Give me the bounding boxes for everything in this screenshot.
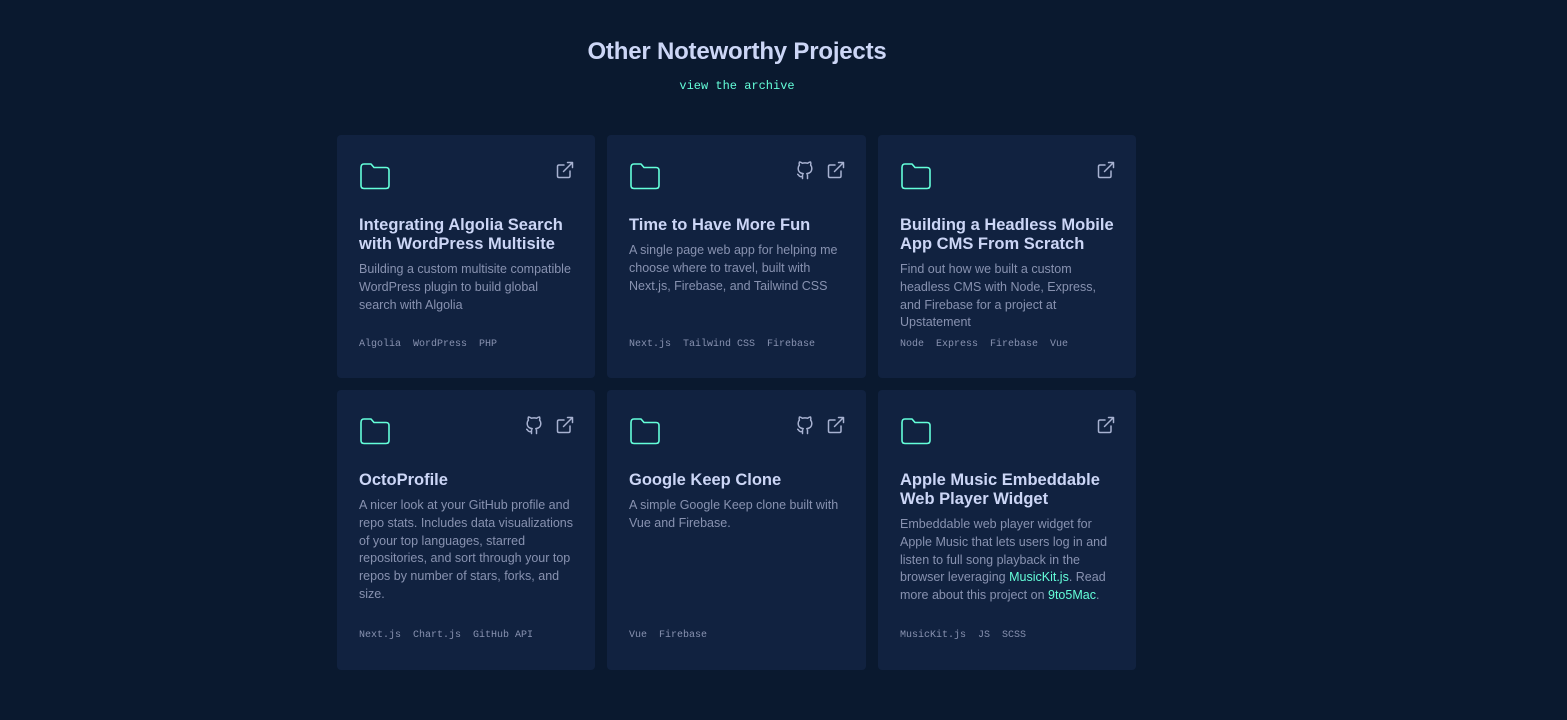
card-header	[359, 161, 573, 191]
external-link-icon[interactable]	[1096, 160, 1116, 180]
tech-tag: Next.js	[359, 630, 402, 641]
tech-tag: GitHub API	[473, 630, 534, 641]
section-heading: Other Noteworthy Projects	[587, 38, 887, 65]
project-card[interactable]: OctoProfile A nicer look at your GitHub …	[337, 390, 595, 670]
tech-tag: Express	[936, 339, 979, 350]
project-links	[795, 415, 846, 435]
card-header	[629, 161, 844, 191]
project-description: Embeddable web player widget for Apple M…	[900, 516, 1114, 605]
project-title[interactable]: Building a Headless Mobile App CMS From …	[900, 216, 1114, 254]
tech-list: Algolia WordPress PHP	[359, 339, 497, 350]
tech-tag: Tailwind CSS	[683, 339, 756, 350]
tech-tag: MusicKit.js	[900, 630, 967, 641]
card-header	[900, 416, 1114, 446]
project-description: Building a custom multisite compatible W…	[359, 262, 571, 312]
tech-list: Next.js Tailwind CSS Firebase	[629, 339, 815, 350]
external-link-icon[interactable]	[1096, 415, 1116, 435]
project-card[interactable]: Integrating Algolia Search with WordPres…	[337, 135, 595, 378]
folder-icon	[359, 161, 391, 191]
tech-tag: Firebase	[659, 630, 708, 641]
project-description: A simple Google Keep clone built with Vu…	[629, 498, 839, 530]
tech-tag: Next.js	[629, 339, 672, 350]
project-links	[795, 160, 846, 180]
musickit-link[interactable]: MusicKit.js	[1009, 570, 1069, 584]
view-archive-link[interactable]: view the archive	[337, 79, 1137, 93]
project-links	[555, 160, 575, 180]
tech-tag: Vue	[1050, 339, 1069, 350]
project-links	[1096, 160, 1116, 180]
projects-grid: Integrating Algolia Search with WordPres…	[337, 135, 1136, 670]
tech-list: MusicKit.js JS SCSS	[900, 630, 1026, 641]
project-card[interactable]: Google Keep Clone A simple Google Keep c…	[607, 390, 866, 670]
project-card[interactable]: Building a Headless Mobile App CMS From …	[878, 135, 1136, 378]
project-card[interactable]: Time to Have More Fun A single page web …	[607, 135, 866, 378]
tech-tag: SCSS	[1002, 630, 1027, 641]
card-header	[900, 161, 1114, 191]
description-text: .	[1095, 588, 1100, 603]
project-card[interactable]: Apple Music Embeddable Web Player Widget…	[878, 390, 1136, 670]
tech-tag: Firebase	[990, 339, 1039, 350]
project-title[interactable]: Time to Have More Fun	[629, 216, 844, 235]
tech-tag: PHP	[479, 339, 498, 350]
tech-list: Node Express Firebase Vue	[900, 339, 1068, 350]
external-link-icon[interactable]	[826, 415, 846, 435]
folder-icon	[629, 161, 661, 191]
tech-tag: Firebase	[767, 339, 816, 350]
project-title[interactable]: Google Keep Clone	[629, 471, 844, 490]
folder-icon	[629, 416, 661, 446]
folder-icon	[900, 161, 932, 191]
folder-icon	[359, 416, 391, 446]
tech-tag: JS	[978, 630, 991, 641]
project-description: A single page web app for helping me cho…	[629, 243, 838, 293]
project-title[interactable]: Apple Music Embeddable Web Player Widget	[900, 471, 1114, 509]
tech-tag: Algolia	[359, 339, 402, 350]
external-link-icon[interactable]	[555, 415, 575, 435]
tech-list: Vue Firebase	[629, 630, 707, 641]
project-description: A nicer look at your GitHub profile and …	[359, 498, 574, 601]
card-header	[359, 416, 573, 446]
external-link-icon[interactable]	[826, 160, 846, 180]
tech-tag: Node	[900, 339, 925, 350]
github-icon[interactable]	[524, 415, 544, 435]
github-icon[interactable]	[795, 160, 815, 180]
project-links	[524, 415, 575, 435]
9to5mac-link[interactable]: 9to5Mac	[1048, 588, 1096, 602]
project-title[interactable]: Integrating Algolia Search with WordPres…	[359, 216, 573, 254]
project-links	[1096, 415, 1116, 435]
folder-icon	[900, 416, 932, 446]
tech-tag: Vue	[629, 630, 648, 641]
tech-list: Next.js Chart.js GitHub API	[359, 630, 533, 641]
tech-tag: WordPress	[413, 339, 468, 350]
project-description: Find out how we built a custom headless …	[900, 262, 1096, 330]
external-link-icon[interactable]	[555, 160, 575, 180]
card-header	[629, 416, 844, 446]
github-icon[interactable]	[795, 415, 815, 435]
tech-tag: Chart.js	[413, 630, 462, 641]
project-title[interactable]: OctoProfile	[359, 471, 573, 490]
